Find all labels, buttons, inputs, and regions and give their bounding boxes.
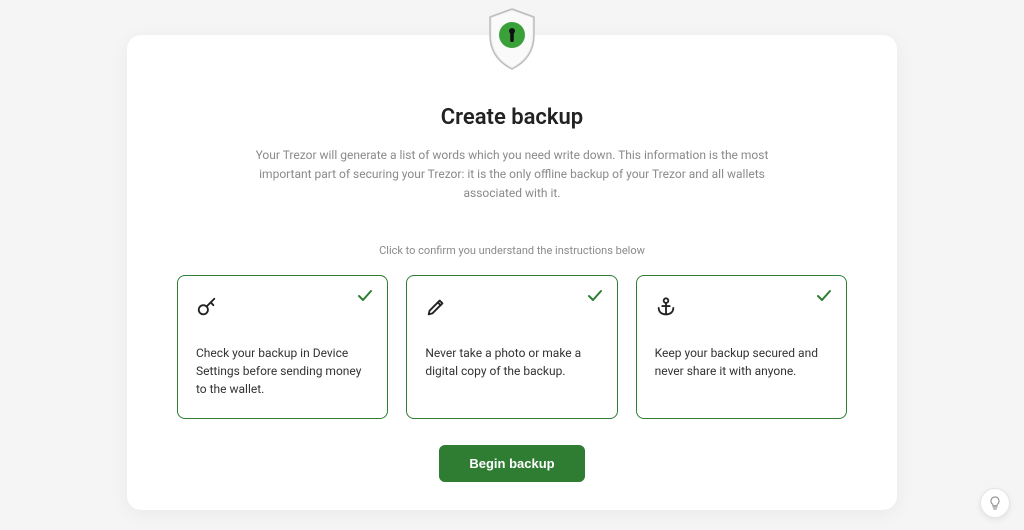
confirm-cards-row: Check your backup in Device Settings bef… <box>177 275 847 419</box>
check-icon <box>587 288 603 308</box>
backup-card: Create backup Your Trezor will generate … <box>127 35 897 510</box>
shield-icon <box>482 5 542 79</box>
begin-backup-button[interactable]: Begin backup <box>439 445 584 482</box>
page-title: Create backup <box>441 105 583 130</box>
confirm-card-text: Keep your backup secured and never share… <box>655 344 828 380</box>
check-icon <box>357 288 373 308</box>
anchor-icon <box>655 296 828 322</box>
pencil-icon <box>425 296 598 322</box>
check-icon <box>816 288 832 308</box>
hint-button[interactable] <box>980 488 1010 518</box>
lightbulb-icon <box>987 495 1003 511</box>
page-description: Your Trezor will generate a list of word… <box>232 146 792 204</box>
confirm-card-no-photo[interactable]: Never take a photo or make a digital cop… <box>406 275 617 419</box>
key-icon <box>196 296 369 322</box>
confirm-card-text: Check your backup in Device Settings bef… <box>196 344 369 398</box>
instructions-label: Click to confirm you understand the inst… <box>379 244 645 257</box>
confirm-card-check-backup[interactable]: Check your backup in Device Settings bef… <box>177 275 388 419</box>
confirm-card-text: Never take a photo or make a digital cop… <box>425 344 598 380</box>
confirm-card-secure[interactable]: Keep your backup secured and never share… <box>636 275 847 419</box>
